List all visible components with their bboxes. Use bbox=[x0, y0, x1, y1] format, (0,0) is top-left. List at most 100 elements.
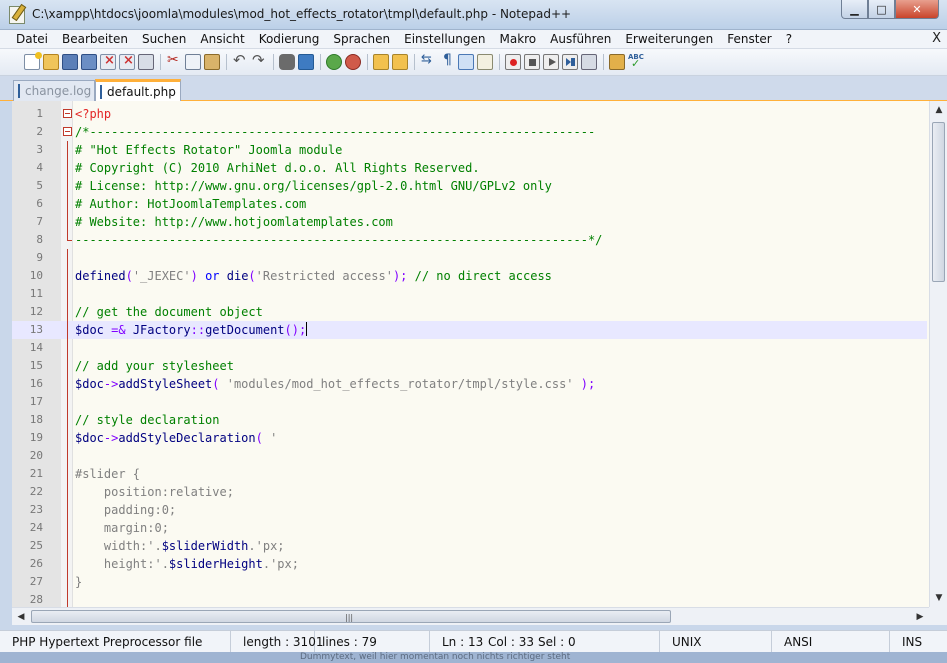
run-icon[interactable] bbox=[609, 54, 625, 70]
line-number: 28 bbox=[29, 593, 43, 606]
close-file-icon[interactable] bbox=[100, 53, 116, 70]
word-wrap-icon[interactable] bbox=[420, 52, 436, 70]
replace-icon[interactable] bbox=[298, 54, 314, 70]
fold-line bbox=[67, 357, 68, 375]
line-number: 12 bbox=[29, 305, 43, 318]
vertical-scrollbar[interactable]: ▲ ▼ bbox=[929, 101, 947, 607]
close-all-icon[interactable] bbox=[119, 53, 135, 70]
scroll-up-icon[interactable]: ▲ bbox=[930, 101, 947, 119]
show-all-characters-icon[interactable] bbox=[439, 52, 455, 70]
code-line[interactable]: 7 # Website: http://www.hotjoomlatemplate… bbox=[12, 213, 927, 231]
code-line[interactable]: 10 defined('_JEXEC') or die('Restricted a… bbox=[12, 267, 927, 285]
code-line[interactable]: 25 width:'.$sliderWidth.'px; bbox=[12, 537, 927, 555]
sync-horizontal-icon[interactable] bbox=[392, 54, 408, 70]
code-line[interactable]: 24 margin:0; bbox=[12, 519, 927, 537]
user-language-icon[interactable] bbox=[477, 54, 493, 70]
code-line[interactable]: 12 // get the document object bbox=[12, 303, 927, 321]
save-all-icon[interactable] bbox=[81, 54, 97, 70]
code-line[interactable]: 13 $doc =& JFactory::getDocument(); bbox=[12, 321, 927, 339]
minimize-button[interactable]: ▁ bbox=[841, 0, 868, 19]
code-line[interactable]: 3 # "Hot Effects Rotator" Joomla module bbox=[12, 141, 927, 159]
code-line[interactable]: 15 // add your stylesheet bbox=[12, 357, 927, 375]
vertical-scroll-thumb[interactable] bbox=[932, 122, 945, 282]
menu-help[interactable]: ? bbox=[779, 32, 799, 46]
status-encoding[interactable]: ANSI bbox=[772, 631, 890, 653]
status-insert-mode[interactable]: INS bbox=[890, 631, 947, 653]
code-token: // style declaration bbox=[75, 413, 220, 427]
fold-toggle-icon[interactable] bbox=[63, 127, 72, 136]
code-line[interactable]: 19 $doc->addStyleDeclaration( ' bbox=[12, 429, 927, 447]
spell-check-icon[interactable] bbox=[628, 53, 644, 70]
notepadpp-app-icon[interactable] bbox=[9, 6, 25, 24]
code-line[interactable]: 11 bbox=[12, 285, 927, 303]
code-token: ); bbox=[573, 377, 596, 391]
scroll-left-icon[interactable]: ◀ bbox=[12, 608, 30, 626]
print-icon[interactable] bbox=[138, 54, 154, 70]
code-line[interactable]: 20 bbox=[12, 447, 927, 465]
undo-icon[interactable] bbox=[232, 51, 248, 70]
code-text: /*--------------------------------------… bbox=[75, 123, 595, 141]
find-icon[interactable] bbox=[279, 54, 295, 70]
menu-sprachen[interactable]: Sprachen bbox=[326, 32, 397, 46]
indent-guide-icon[interactable] bbox=[458, 54, 474, 70]
tab-change-log[interactable]: change.log bbox=[13, 80, 95, 101]
code-line[interactable]: 9 bbox=[12, 249, 927, 267]
save-icon[interactable] bbox=[62, 54, 78, 70]
status-eol[interactable]: UNIX bbox=[660, 631, 772, 653]
stop-macro-icon[interactable] bbox=[524, 54, 540, 70]
menu-makro[interactable]: Makro bbox=[492, 32, 543, 46]
code-line[interactable]: 17 bbox=[12, 393, 927, 411]
close-document-button[interactable]: X bbox=[932, 31, 941, 46]
code-line[interactable]: 23 padding:0; bbox=[12, 501, 927, 519]
code-line[interactable]: 28 bbox=[12, 591, 927, 607]
title-bar: C:\xampp\htdocs\joomla\modules\mod_hot_e… bbox=[0, 0, 947, 30]
code-line[interactable]: 4 # Copyright (C) 2010 ArhiNet d.o.o. All… bbox=[12, 159, 927, 177]
close-button[interactable]: ✕ bbox=[895, 0, 939, 19]
menu-erweiterungen[interactable]: Erweiterungen bbox=[618, 32, 720, 46]
cut-icon[interactable] bbox=[166, 52, 182, 70]
copy-icon[interactable] bbox=[185, 54, 201, 70]
zoom-out-icon[interactable] bbox=[345, 54, 361, 70]
code-line[interactable]: 26 height:'.$sliderHeight.'px; bbox=[12, 555, 927, 573]
scroll-right-icon[interactable]: ▶ bbox=[911, 608, 929, 626]
menu-ausfuehren[interactable]: Ausführen bbox=[543, 32, 618, 46]
menu-kodierung[interactable]: Kodierung bbox=[252, 32, 327, 46]
code-line[interactable]: 21 #slider { bbox=[12, 465, 927, 483]
redo-icon[interactable] bbox=[251, 51, 267, 70]
code-line[interactable]: 16 $doc->addStyleSheet( 'modules/mod_hot_… bbox=[12, 375, 927, 393]
code-line[interactable]: 22 position:relative; bbox=[12, 483, 927, 501]
horizontal-scrollbar[interactable]: ◀ ||| ▶ bbox=[12, 607, 929, 625]
tab-default-php[interactable]: default.php bbox=[95, 79, 181, 102]
menu-suchen[interactable]: Suchen bbox=[135, 32, 193, 46]
save-macro-icon[interactable] bbox=[581, 54, 597, 70]
play-macro-icon[interactable] bbox=[543, 54, 559, 70]
scroll-down-icon[interactable]: ▼ bbox=[930, 589, 947, 607]
new-file-icon[interactable] bbox=[24, 52, 42, 70]
paste-icon[interactable] bbox=[204, 54, 220, 70]
run-macro-multiple-icon[interactable] bbox=[562, 54, 578, 70]
code-line[interactable]: 18 // style declaration bbox=[12, 411, 927, 429]
code-line[interactable]: 14 bbox=[12, 339, 927, 357]
record-macro-icon[interactable] bbox=[505, 54, 521, 70]
open-file-icon[interactable] bbox=[43, 54, 59, 70]
maximize-button[interactable]: □ bbox=[868, 0, 895, 19]
menu-fenster[interactable]: Fenster bbox=[720, 32, 779, 46]
code-line[interactable]: 8 ---------------------------------------… bbox=[12, 231, 927, 249]
code-line[interactable]: 5 # License: http://www.gnu.org/licenses/… bbox=[12, 177, 927, 195]
code-editor[interactable]: 1 <?php 2 /*-------------------------------… bbox=[12, 101, 947, 607]
code-token: padding:0; bbox=[75, 503, 177, 517]
menu-bearbeiten[interactable]: Bearbeiten bbox=[55, 32, 135, 46]
code-line[interactable]: 2 /*-------------------------------------… bbox=[12, 123, 927, 141]
menu-datei[interactable]: Datei bbox=[0, 32, 55, 46]
sync-vertical-icon[interactable] bbox=[373, 54, 389, 70]
code-line[interactable]: 6 # Author: HotJoomlaTemplates.com bbox=[12, 195, 927, 213]
code-line[interactable]: 27} bbox=[12, 573, 927, 591]
fold-toggle-icon[interactable] bbox=[63, 109, 72, 118]
horizontal-scroll-thumb[interactable]: ||| bbox=[31, 610, 671, 623]
zoom-in-icon[interactable] bbox=[326, 54, 342, 70]
menu-ansicht[interactable]: Ansicht bbox=[193, 32, 251, 46]
code-token: 'Restricted access' bbox=[255, 269, 393, 283]
menu-einstellungen[interactable]: Einstellungen bbox=[397, 32, 492, 46]
code-text: // get the document object bbox=[75, 303, 263, 321]
code-line[interactable]: 1 <?php bbox=[12, 105, 927, 123]
